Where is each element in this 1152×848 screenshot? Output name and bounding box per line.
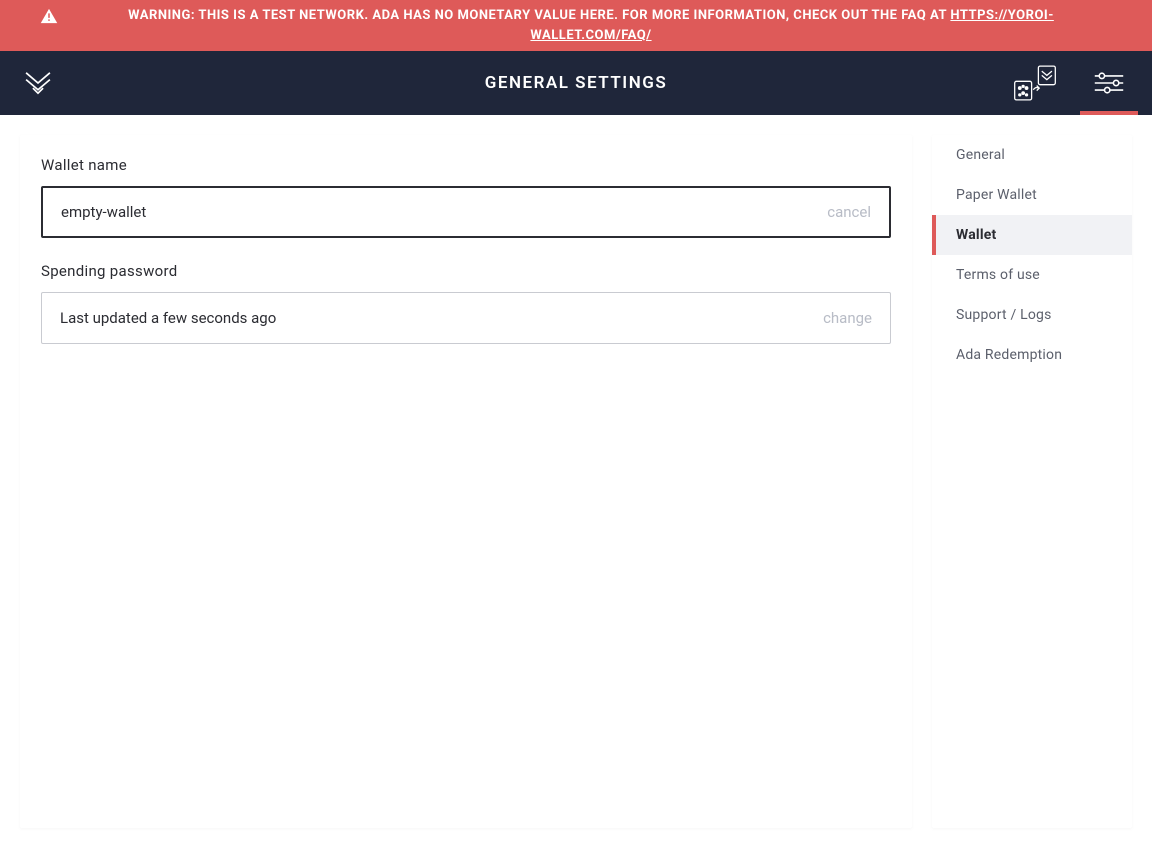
daedalus-transfer-button[interactable]	[1012, 51, 1058, 115]
spending-password-status: Last updated a few seconds ago	[60, 309, 823, 327]
settings-sidebar: General Paper Wallet Wallet Terms of use…	[932, 135, 1132, 828]
wallet-name-label: Wallet name	[41, 156, 891, 174]
content-area: Wallet name cancel Spending password Las…	[0, 115, 1152, 848]
sidebar-item-wallet[interactable]: Wallet	[932, 215, 1132, 255]
header-actions	[1012, 51, 1132, 115]
settings-nav: General Paper Wallet Wallet Terms of use…	[932, 135, 1132, 375]
wallet-name-cancel-button[interactable]: cancel	[827, 203, 871, 221]
sidebar-item-paper-wallet[interactable]: Paper Wallet	[932, 175, 1132, 215]
spending-password-change-button[interactable]: change	[823, 309, 872, 327]
spending-password-group: Spending password Last updated a few sec…	[41, 262, 891, 344]
wallet-name-field-box[interactable]: cancel	[41, 186, 891, 238]
settings-button[interactable]	[1086, 51, 1132, 115]
spending-password-field-box[interactable]: Last updated a few seconds ago change	[41, 292, 891, 344]
warning-text-wrapper: WARNING: THIS IS A TEST NETWORK. ADA HAS…	[70, 6, 1112, 45]
sidebar-item-general[interactable]: General	[932, 135, 1132, 175]
sidebar-item-terms-of-use[interactable]: Terms of use	[932, 255, 1132, 295]
warning-icon	[40, 8, 58, 31]
yoroi-logo[interactable]	[20, 65, 56, 101]
wallet-name-group: Wallet name cancel	[41, 156, 891, 238]
warning-text: WARNING: THIS IS A TEST NETWORK. ADA HAS…	[128, 8, 950, 23]
spending-password-label: Spending password	[41, 262, 891, 280]
app-header: GENERAL SETTINGS	[0, 51, 1152, 115]
sidebar-item-ada-redemption[interactable]: Ada Redemption	[932, 335, 1132, 375]
sidebar-item-support-logs[interactable]: Support / Logs	[932, 295, 1132, 335]
test-network-warning-banner: WARNING: THIS IS A TEST NETWORK. ADA HAS…	[0, 0, 1152, 51]
settings-main-panel: Wallet name cancel Spending password Las…	[20, 135, 912, 828]
page-title: GENERAL SETTINGS	[0, 73, 1152, 93]
wallet-name-input[interactable]	[61, 203, 827, 221]
